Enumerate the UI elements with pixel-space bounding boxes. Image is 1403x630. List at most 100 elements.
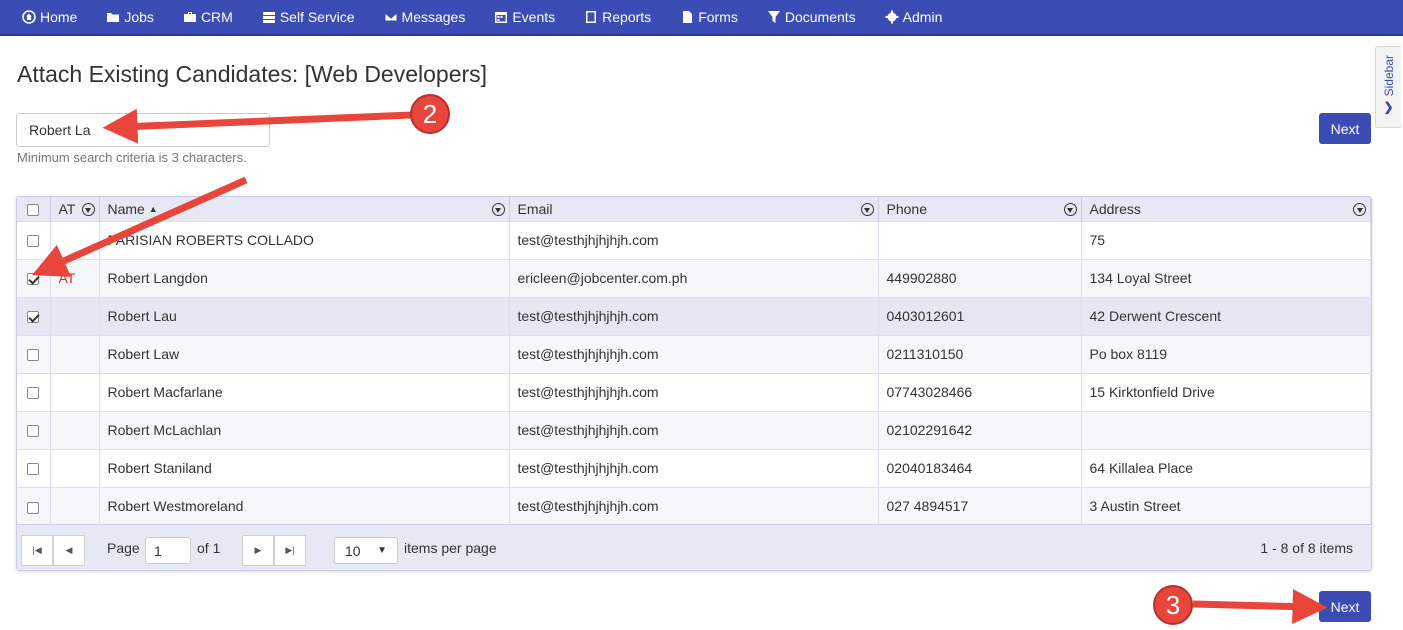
table-row[interactable]: Robert Lau test@testhjhjhjhjh.com 04030126… [17,296,1371,335]
step-marker-2: 2 [410,94,450,134]
cell-at [50,448,100,487]
column-header-at[interactable]: AT [50,197,100,221]
filter-icon[interactable] [860,203,874,216]
filter-icon[interactable] [491,203,505,216]
table-row[interactable]: Robert Westmoreland test@testhjhjhjhjh.co… [17,486,1371,525]
cell-at [50,296,100,335]
column-header-label: AT [58,200,76,217]
nav-item-label: Events [512,9,556,25]
cell-email: test@testhjhjhjhjh.com [509,486,879,525]
nav-item-crm[interactable]: CRM [183,0,233,35]
search-input[interactable] [16,113,270,147]
row-checkbox[interactable] [27,349,40,362]
search-hint: Minimum search criteria is 3 characters. [17,150,247,165]
filter-icon[interactable] [1063,203,1077,216]
row-checkbox[interactable] [27,235,40,248]
nav-item-forms[interactable]: Forms [680,0,738,35]
cell-email: test@testhjhjhjhjh.com [509,296,879,335]
column-header-label: Name [107,200,145,217]
nav-item-home[interactable]: Home [22,0,77,35]
nav-item-label: Home [40,9,78,25]
nav-item-messages[interactable]: Messages [384,0,466,35]
nav-item-reports[interactable]: Reports [584,0,651,35]
cell-name: Robert Westmoreland [99,486,510,525]
filter-icon[interactable] [81,203,95,216]
nav-item-label: Reports [602,9,652,25]
sidebar-toggle[interactable]: Sidebar ❯ [1375,46,1401,128]
page-title: Attach Existing Candidates: [Web Develop… [17,61,488,87]
page-number-input[interactable]: 1 [145,537,191,564]
cell-name: Robert Lau [99,296,510,335]
table-row[interactable]: Robert Law test@testhjhjhjhjh.com 02113101… [17,334,1371,373]
row-checkbox[interactable] [27,501,40,514]
server-icon [262,10,276,24]
items-per-page-select[interactable]: 10 ▼ [334,537,398,564]
filter-icon[interactable] [1353,203,1366,216]
cell-email: test@testhjhjhjhjh.com [509,334,879,373]
row-checkbox[interactable] [27,463,40,476]
cell-email: ericleen@jobcenter.com.ph [509,258,879,297]
cell-email: test@testhjhjhjhjh.com [509,448,879,487]
nav-item-jobs[interactable]: Jobs [106,0,154,35]
cell-select [17,296,51,335]
items-per-page-value: 10 [345,542,361,559]
cell-phone: 02040183464 [878,448,1082,487]
column-header-label: Email [517,200,553,217]
page-label: Page [107,540,140,556]
column-header-address[interactable]: Address [1081,197,1371,221]
cell-address [1081,410,1371,449]
select-all-checkbox[interactable] [27,204,40,217]
arrow-to-next [1192,589,1328,625]
cell-email: test@testhjhjhjhjh.com [509,410,879,449]
cell-address: Po box 8119 [1081,334,1371,373]
last-page-button[interactable]: ▶| [274,535,306,566]
envelope-icon [384,10,398,24]
table-row[interactable]: PARISIAN ROBERTS COLLADO test@testhjhjhjh… [17,220,1371,259]
nav-item-label: CRM [200,9,233,25]
next-button-top[interactable]: Next [1319,113,1371,144]
row-checkbox[interactable] [27,311,40,324]
cell-name: Robert Macfarlane [99,372,510,411]
cell-phone: 07743028466 [878,372,1082,411]
pager-summary: 1 - 8 of 8 items [1260,540,1353,556]
table-row[interactable]: AT Robert Langdon ericleen@jobcenter.com.p… [17,258,1371,297]
next-page-button[interactable]: ▶ [242,535,274,566]
cell-name: Robert Law [99,334,510,373]
cell-address: 15 Kirktonfield Drive [1081,372,1371,411]
cell-address: 64 Killalea Place [1081,448,1371,487]
cell-select [17,258,51,297]
nav-item-label: Admin [902,9,943,25]
cell-email: test@testhjhjhjhjh.com [509,220,879,259]
cell-at [50,220,100,259]
prev-page-button[interactable]: ◀ [53,535,85,566]
first-page-button[interactable]: |◀ [21,535,53,566]
row-checkbox[interactable] [27,273,40,286]
column-header-label: Phone [886,200,927,217]
table-row[interactable]: Robert Macfarlane test@testhjhjhjhjh.com 0… [17,372,1371,411]
row-checkbox[interactable] [27,387,40,400]
table-row[interactable]: Robert Staniland test@testhjhjhjhjh.com 02… [17,448,1371,487]
cell-phone [878,220,1082,259]
cell-at [50,334,100,373]
next-button-bottom[interactable]: Next [1319,591,1371,622]
column-header-phone[interactable]: Phone [878,197,1082,221]
cell-at [50,410,100,449]
row-checkbox[interactable] [27,425,40,438]
home-icon [22,10,36,24]
cell-name: Robert McLachlan [99,410,510,449]
cell-select [17,220,51,259]
filter-icon [767,10,781,24]
nav-item-documents[interactable]: Documents [767,0,856,35]
nav-item-self-service[interactable]: Self Service [262,0,355,35]
table-row[interactable]: Robert McLachlan test@testhjhjhjhjh.com 02… [17,410,1371,449]
cell-name: Robert Staniland [99,448,510,487]
grid-header-row: AT Name ▲ Email Phone Address [17,197,1371,221]
sidebar-label: Sidebar [1381,55,1396,97]
column-header-email[interactable]: Email [509,197,879,221]
column-header-name[interactable]: Name ▲ [99,197,510,221]
book-icon [584,10,598,24]
nav-item-admin[interactable]: Admin [885,0,943,35]
nav-item-label: Messages [401,9,466,25]
cell-address: 3 Austin Street [1081,486,1371,525]
nav-item-events[interactable]: Events [494,0,555,35]
